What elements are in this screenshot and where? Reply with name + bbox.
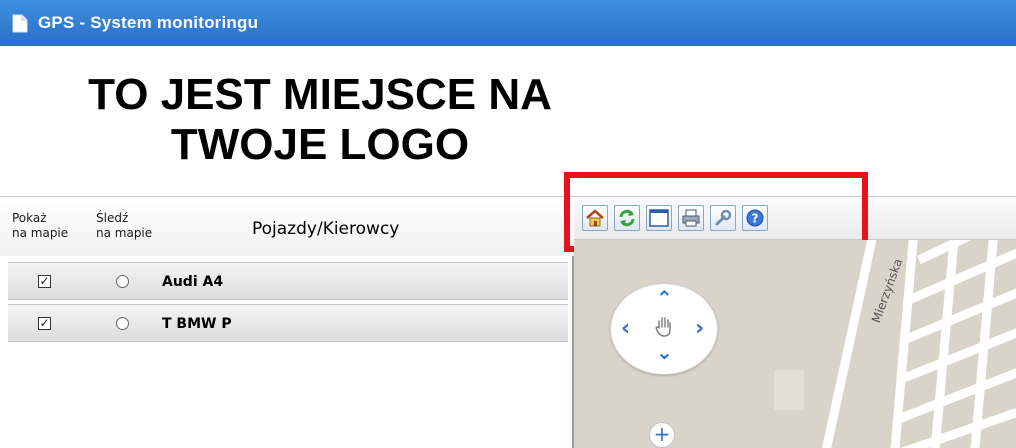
vehicle-name: Audi A4 bbox=[162, 274, 224, 290]
window-icon bbox=[649, 209, 669, 227]
column-follow-on-map: Śledź na mapie bbox=[96, 211, 153, 240]
home-button[interactable] bbox=[582, 205, 608, 231]
vehicle-table-header: Pokaż na mapie Śledź na mapie Pojazdy/Ki… bbox=[0, 196, 574, 256]
follow-on-map-radio[interactable] bbox=[116, 275, 129, 288]
window-title: GPS - System monitoringu bbox=[38, 13, 259, 32]
logo-placeholder: TO JEST MIEJSCE NA TWOJE LOGO bbox=[30, 70, 610, 170]
wrench-icon bbox=[715, 209, 732, 226]
pan-left-icon[interactable]: ‹ bbox=[621, 316, 630, 341]
table-row: ✓ T BMW P bbox=[8, 304, 568, 342]
column-show-on-map: Pokaż na mapie bbox=[12, 211, 69, 240]
hand-icon[interactable] bbox=[651, 314, 677, 340]
map-pan-control[interactable]: ⌃ ‹ › ⌄ bbox=[610, 283, 718, 375]
window-titlebar: GPS - System monitoringu bbox=[0, 0, 1016, 46]
follow-on-map-radio[interactable] bbox=[116, 317, 129, 330]
help-icon: ? bbox=[746, 209, 764, 227]
page-icon bbox=[12, 14, 28, 32]
help-button[interactable]: ? bbox=[742, 205, 768, 231]
show-on-map-checkbox[interactable]: ✓ bbox=[38, 317, 51, 330]
pan-right-icon[interactable]: › bbox=[695, 316, 704, 341]
home-icon bbox=[586, 209, 604, 227]
refresh-icon bbox=[619, 209, 635, 227]
pan-up-icon[interactable]: ⌃ bbox=[656, 286, 673, 310]
settings-button[interactable] bbox=[710, 205, 736, 231]
column-vehicles-drivers: Pojazdy/Kierowcy bbox=[252, 219, 400, 239]
print-button[interactable] bbox=[678, 205, 704, 231]
table-row: ✓ Audi A4 bbox=[8, 262, 568, 300]
pan-down-icon[interactable]: ⌄ bbox=[656, 340, 673, 364]
svg-text:?: ? bbox=[752, 212, 759, 226]
show-on-map-checkbox[interactable]: ✓ bbox=[38, 275, 51, 288]
refresh-button[interactable] bbox=[614, 205, 640, 231]
vehicle-list: ✓ Audi A4 ✓ T BMW P bbox=[8, 262, 568, 346]
vehicle-name: T BMW P bbox=[162, 316, 232, 332]
logo-line-2: TWOJE LOGO bbox=[170, 120, 470, 169]
logo-line-1: TO JEST MIEJSCE NA bbox=[88, 70, 552, 119]
map-toolbar bbox=[574, 196, 1016, 240]
print-icon bbox=[682, 209, 700, 227]
window-button[interactable] bbox=[646, 205, 672, 231]
zoom-in-button[interactable]: + bbox=[649, 422, 675, 448]
